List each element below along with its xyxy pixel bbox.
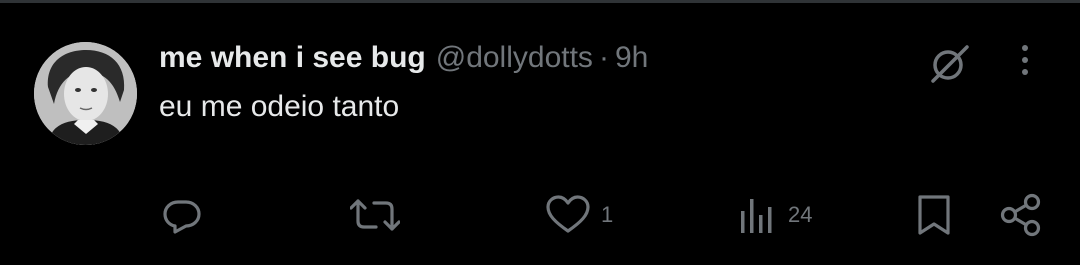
tweet-header: me when i see bug @dollydotts · 9h <box>159 38 648 78</box>
like-button[interactable]: 1 <box>545 190 613 240</box>
top-divider <box>0 0 1080 3</box>
reply-icon <box>163 200 201 234</box>
tweet-text: eu me odeio tanto <box>159 90 400 123</box>
avatar[interactable] <box>34 42 137 145</box>
timestamp[interactable]: 9h <box>615 41 648 75</box>
views-button[interactable]: 24 <box>738 190 812 240</box>
grok-icon <box>931 45 969 83</box>
user-handle[interactable]: @dollydotts <box>436 41 593 75</box>
retweet-icon <box>350 199 400 231</box>
bookmark-button[interactable] <box>916 190 952 240</box>
views-count: 24 <box>788 202 813 227</box>
grok-button[interactable] <box>928 42 972 86</box>
retweet-button[interactable] <box>350 190 410 240</box>
more-options-button[interactable] <box>1010 42 1040 82</box>
like-count: 1 <box>601 202 614 227</box>
display-name[interactable]: me when i see bug <box>159 41 426 75</box>
separator-dot: · <box>598 41 609 74</box>
more-dots-icon <box>1022 45 1028 75</box>
reply-button[interactable] <box>160 190 214 240</box>
heart-icon <box>546 195 590 233</box>
action-bar: 1 24 <box>0 190 1080 240</box>
share-button[interactable] <box>1000 190 1044 240</box>
views-icon <box>741 199 772 233</box>
avatar-photo <box>34 42 137 145</box>
bookmark-icon <box>918 195 950 235</box>
share-icon <box>1000 193 1041 237</box>
